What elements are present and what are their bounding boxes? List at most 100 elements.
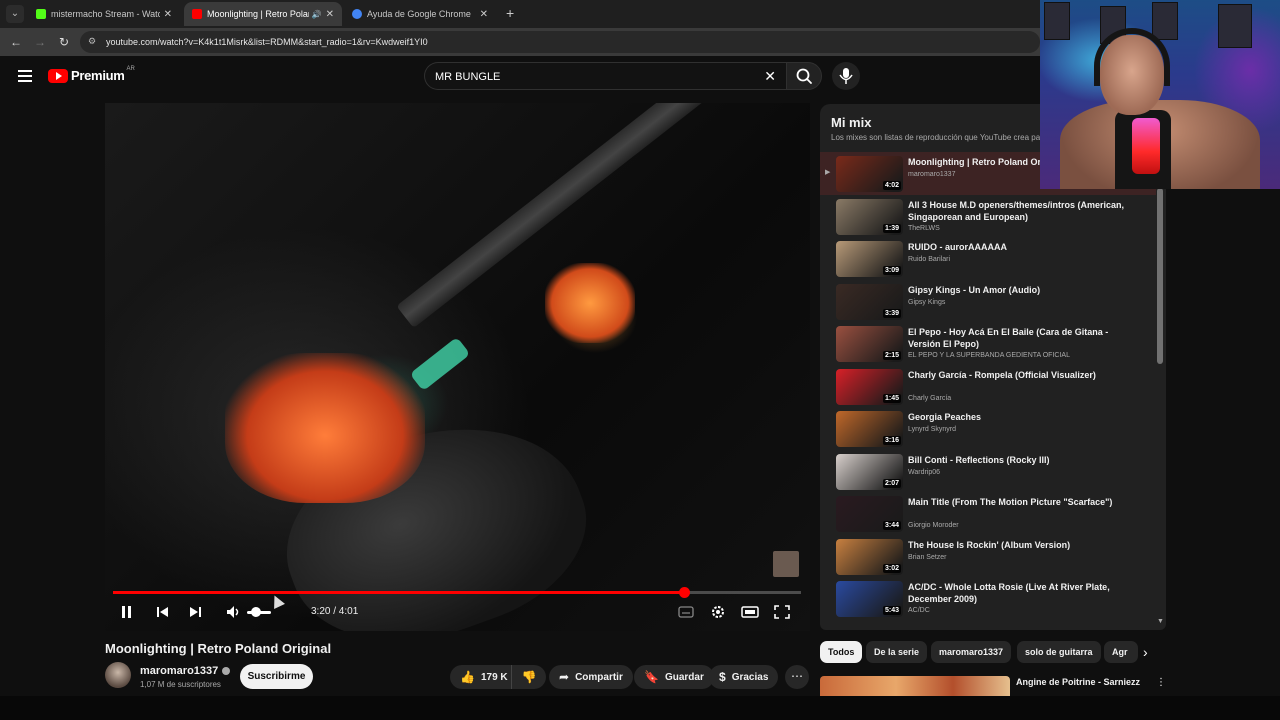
playlist-thumbnail[interactable]: 3:39: [836, 283, 903, 320]
playlist-item-author[interactable]: Charly García: [908, 395, 951, 402]
playlist-item-author[interactable]: TheRLWS: [908, 225, 940, 232]
chip-series[interactable]: De la serie: [866, 641, 928, 663]
tab-close-icon[interactable]: ✕: [164, 9, 172, 20]
volume-knob[interactable]: [251, 607, 261, 617]
playlist-item[interactable]: 3:02 The House Is Rockin' (Album Version)…: [820, 535, 1156, 578]
playlist-item[interactable]: 3:16 Georgia Peaches Lynyrd Skynyrd: [820, 407, 1156, 450]
tab-search-button[interactable]: ⌄: [6, 5, 24, 23]
playlist-item-title[interactable]: RUIDO - aurorAAAAAA: [908, 241, 1128, 253]
playlist-item-title[interactable]: Gipsy Kings - Un Amor (Audio): [908, 284, 1128, 296]
playlist-item-title[interactable]: Georgia Peaches: [908, 411, 1128, 423]
settings-button[interactable]: [708, 603, 728, 621]
chip-channel[interactable]: maromaro1337: [931, 641, 1012, 663]
tab-kick-stream[interactable]: mistermacho Stream - Watch Li ✕: [28, 2, 180, 26]
voice-search-button[interactable]: [832, 62, 860, 90]
playlist-item[interactable]: 1:39 All 3 House M.D openers/themes/intro…: [820, 195, 1156, 238]
scroll-down-icon[interactable]: ▼: [1157, 618, 1164, 625]
playlist-item-title[interactable]: El Pepo - Hoy Acá En El Baile (Cara de G…: [908, 326, 1128, 350]
playlist-item-author[interactable]: Ruido Barilari: [908, 256, 950, 263]
chip-more[interactable]: Agr: [1104, 641, 1138, 663]
playlist-item[interactable]: 2:15 El Pepo - Hoy Acá En El Baile (Cara …: [820, 322, 1156, 365]
back-arrow-icon[interactable]: ←: [8, 34, 24, 50]
fullscreen-button[interactable]: [772, 603, 792, 621]
chip-guitar-solo[interactable]: solo de guitarra: [1017, 641, 1101, 663]
tab-close-icon[interactable]: ✕: [326, 9, 334, 20]
pause-button[interactable]: [117, 603, 137, 621]
clear-search-icon[interactable]: ✕: [764, 68, 776, 85]
playlist-item-author[interactable]: EL PEPO Y LA SUPERBANDA GEDIENTA OFICIAL: [908, 352, 1070, 359]
playlist-item-title[interactable]: Charly García - Rompela (Official Visual…: [908, 369, 1128, 381]
dislike-button[interactable]: 👎: [512, 670, 546, 684]
share-button[interactable]: ➦ Compartir: [549, 665, 633, 689]
playlist-item-author[interactable]: Brian Setzer: [908, 554, 947, 561]
like-button[interactable]: 👍 179 K: [450, 665, 512, 689]
recommended-thumbnail[interactable]: [820, 676, 1010, 696]
playlist-item[interactable]: 5:43 AC/DC - Whole Lotta Rosie (Live At R…: [820, 577, 1156, 620]
recommended-title[interactable]: Angine de Poitrine - Sarniezz: [1016, 677, 1140, 687]
next-button[interactable]: [185, 603, 205, 621]
progress-scrubber[interactable]: [679, 587, 691, 598]
playlist-item-author[interactable]: AC/DC: [908, 607, 930, 614]
progress-bar[interactable]: [113, 587, 801, 598]
site-info-icon[interactable]: ⚙: [88, 36, 96, 47]
playlist-thumbnail[interactable]: 2:07: [836, 453, 903, 490]
playlist-item-title[interactable]: All 3 House M.D openers/themes/intros (A…: [908, 199, 1128, 223]
thanks-button[interactable]: $ Gracias: [709, 665, 779, 689]
previous-button[interactable]: [153, 603, 173, 621]
playlist-thumbnail[interactable]: 3:44: [836, 496, 903, 532]
playlist-item-title[interactable]: Bill Conti - Reflections (Rocky III): [908, 454, 1128, 466]
playlist-thumbnail[interactable]: 5:43: [836, 581, 903, 617]
playlist-item-author[interactable]: maromaro1337: [908, 171, 955, 178]
youtube-favicon-icon: [192, 9, 202, 19]
playlist-item-author[interactable]: Gipsy Kings: [908, 299, 945, 306]
chip-all[interactable]: Todos: [820, 641, 863, 663]
theater-mode-button[interactable]: [740, 603, 760, 621]
volume-button[interactable]: [223, 603, 243, 621]
tab-youtube-video[interactable]: Moonlighting | Retro Polan 🔊 ✕: [184, 2, 342, 26]
playlist-item-title[interactable]: AC/DC - Whole Lotta Rosie (Live At River…: [908, 581, 1128, 605]
channel-name[interactable]: maromaro1337: [140, 665, 218, 677]
playlist-item-author[interactable]: Lynyrd Skynyrd: [908, 426, 956, 433]
playlist-item-author[interactable]: Wardrip06: [908, 469, 940, 476]
new-tab-plus-icon[interactable]: +: [506, 5, 514, 21]
youtube-logo[interactable]: Premium AR: [48, 66, 135, 83]
playlist-item[interactable]: 3:44 Main Title (From The Motion Picture …: [820, 492, 1156, 535]
playlist-item-title[interactable]: Main Title (From The Motion Picture "Sca…: [908, 496, 1128, 508]
tab-chrome-help[interactable]: Ayuda de Google Chrome ✕: [344, 2, 496, 26]
playlist-item[interactable]: 3:09 RUIDO - aurorAAAAAA Ruido Barilari: [820, 237, 1156, 280]
channel-avatar[interactable]: [105, 662, 131, 688]
save-button[interactable]: 🔖 Guardar: [634, 665, 714, 689]
playlist-thumbnail[interactable]: 2:15: [836, 326, 903, 362]
video-player[interactable]: 3:20 / 4:01: [105, 103, 810, 631]
reload-icon[interactable]: ↻: [56, 34, 72, 50]
more-actions-button[interactable]: ⋯: [785, 665, 809, 689]
like-dislike-group: 👍 179 K 👎: [450, 665, 546, 689]
playlist-item-author[interactable]: Giorgio Moroder: [908, 522, 959, 529]
playlist-thumbnail[interactable]: 3:09: [836, 241, 903, 277]
playlist-item[interactable]: 2:07 Bill Conti - Reflections (Rocky III)…: [820, 450, 1156, 493]
subscribe-button[interactable]: Suscribirme: [240, 664, 313, 689]
recommended-menu-icon[interactable]: ⋮: [1156, 677, 1166, 688]
search-button[interactable]: [786, 62, 822, 90]
video-content-hand: [225, 353, 425, 503]
playlist-item-title[interactable]: The House Is Rockin' (Album Version): [908, 539, 1128, 551]
channel-name-row[interactable]: maromaro1337: [140, 665, 231, 677]
playlist-thumbnail[interactable]: 1:45: [836, 368, 903, 405]
playlist-thumbnail[interactable]: 1:39: [836, 198, 903, 235]
address-bar[interactable]: ⚙ youtube.com/watch?v=K4k1t1Misrk&list=R…: [80, 31, 1040, 53]
playlist-thumbnail[interactable]: 3:02: [836, 538, 903, 575]
playlist-item[interactable]: 3:39 Gipsy Kings - Un Amor (Audio) Gipsy K…: [820, 280, 1156, 323]
speaker-icon[interactable]: 🔊: [312, 10, 322, 19]
thanks-label: Gracias: [731, 671, 769, 683]
search-input[interactable]: MR BUNGLE ✕: [424, 62, 786, 90]
playlist-item[interactable]: 1:45 Charly García - Rompela (Official Vi…: [820, 365, 1156, 408]
playlist-thumbnail[interactable]: 3:16: [836, 411, 903, 447]
tab-close-icon[interactable]: ✕: [480, 9, 488, 20]
playlist-scrollbar[interactable]: [1157, 188, 1163, 364]
playlist-thumbnail[interactable]: 4:02: [836, 156, 903, 192]
menu-icon[interactable]: [18, 70, 32, 82]
chevron-right-icon[interactable]: ›: [1143, 644, 1148, 660]
channel-watermark[interactable]: [773, 551, 799, 577]
subtitles-button[interactable]: [676, 603, 696, 621]
forward-arrow-icon[interactable]: →: [32, 34, 48, 50]
